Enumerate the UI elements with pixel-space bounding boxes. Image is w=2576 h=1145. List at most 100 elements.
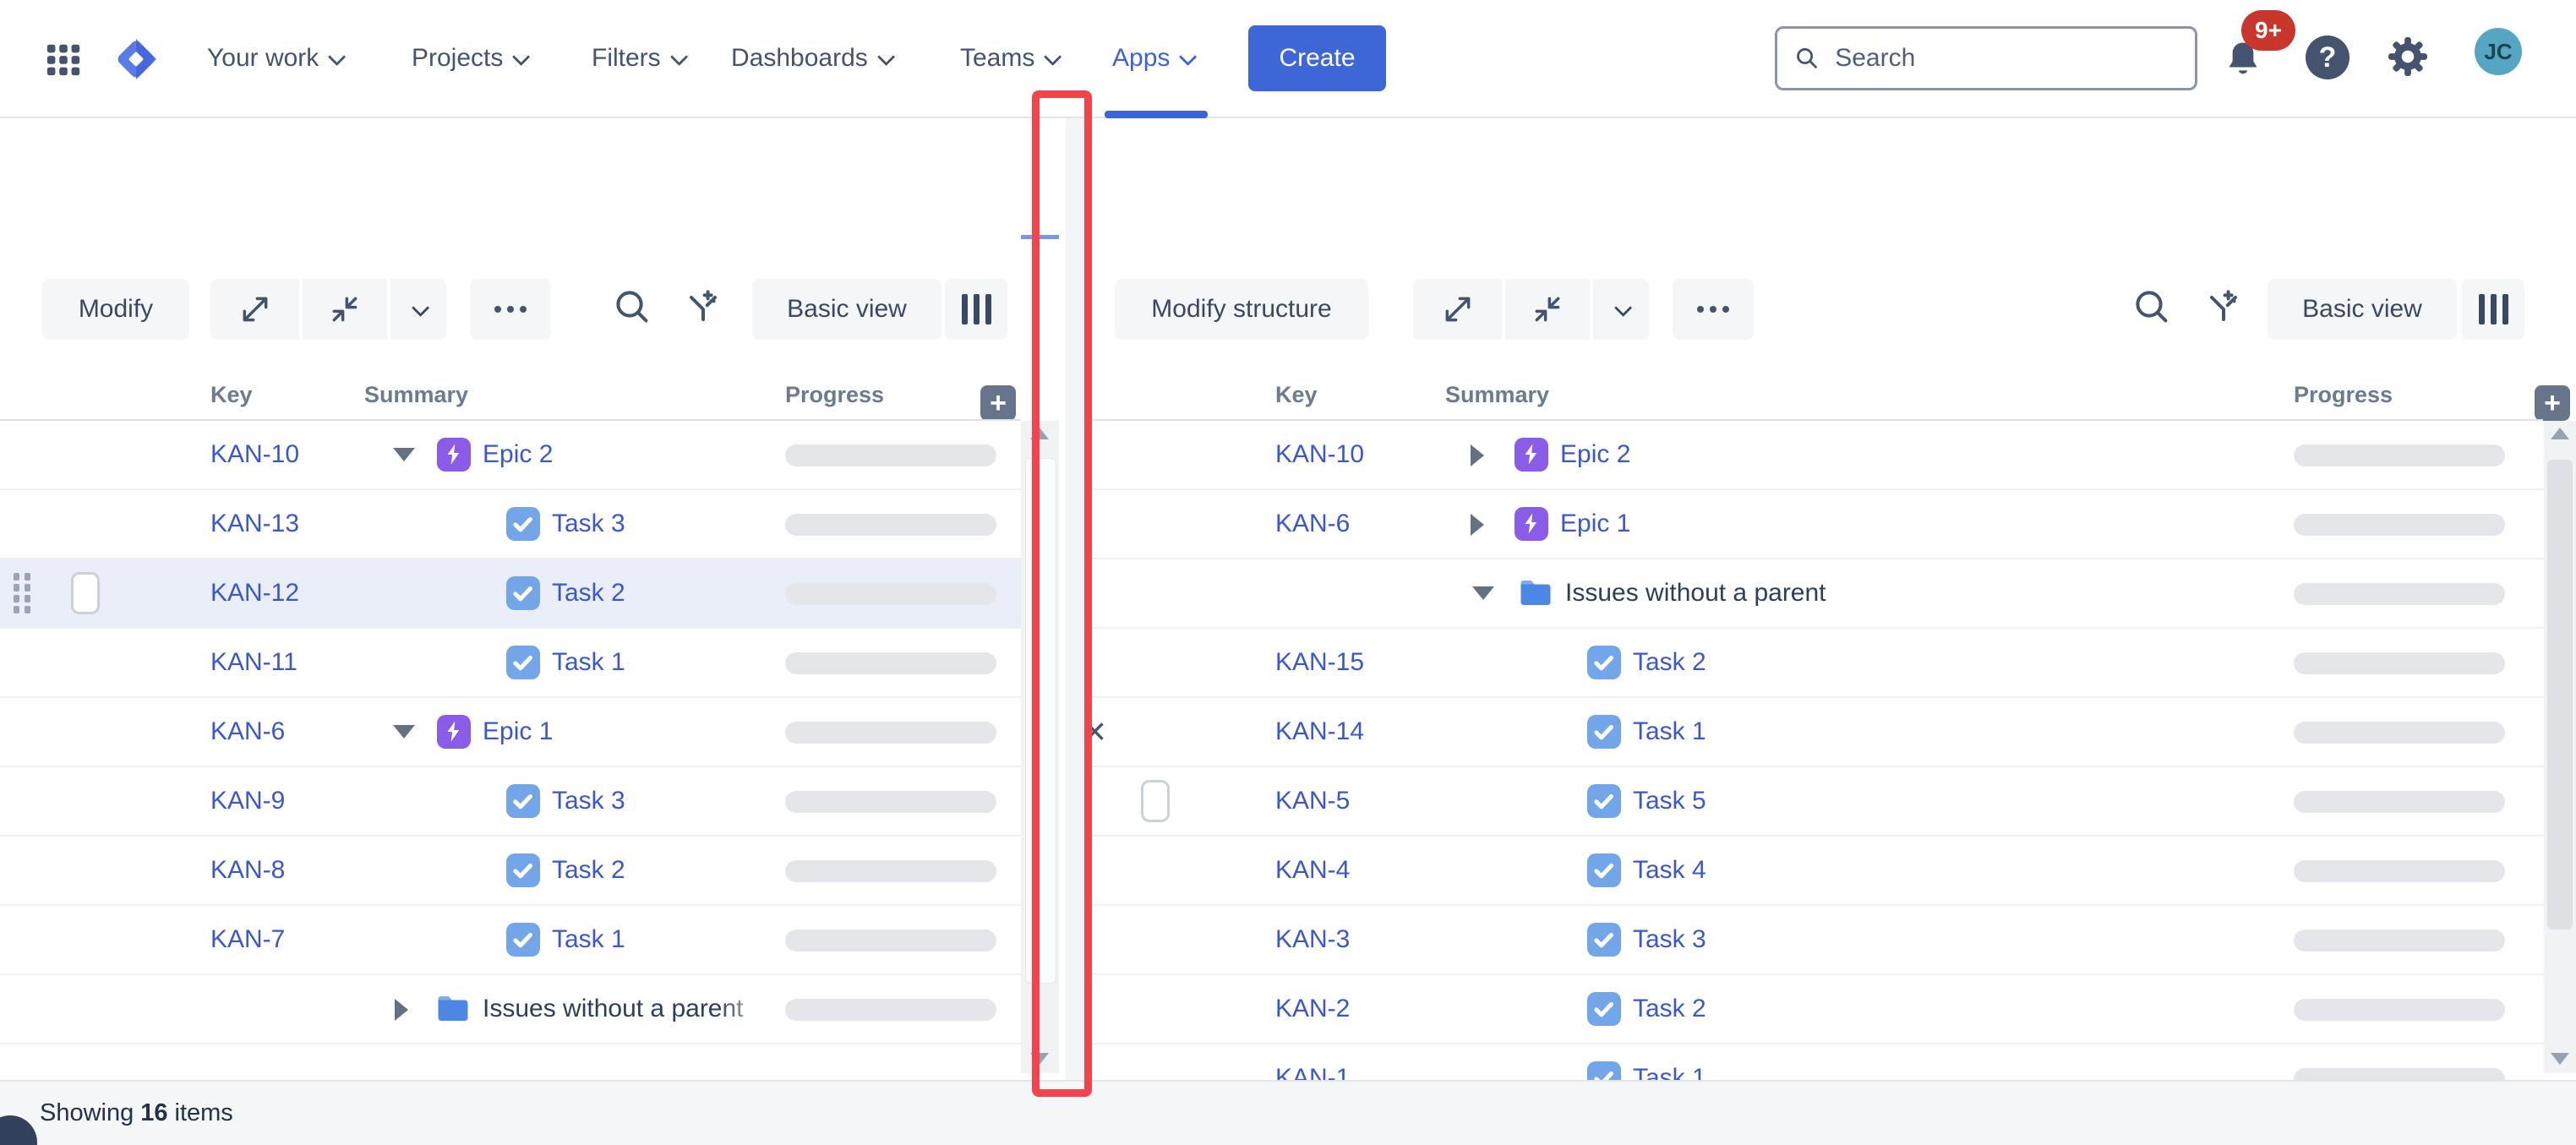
scroll-up-icon[interactable]	[2551, 428, 2569, 439]
issue-summary[interactable]: Task 1	[1633, 698, 1706, 766]
view-selector-button[interactable]: Basic view	[752, 279, 941, 340]
more-actions-button[interactable]	[470, 279, 551, 340]
issue-key[interactable]: KAN-10	[210, 421, 299, 488]
table-row[interactable]: Issues without a parent	[0, 975, 1021, 1044]
collapse-all-button[interactable]	[1505, 279, 1590, 340]
issue-key[interactable]: KAN-7	[210, 906, 285, 973]
expand-options-button[interactable]	[390, 279, 446, 340]
modify-button[interactable]: Modify	[42, 279, 189, 340]
table-row[interactable]: KAN-12 Task 2	[0, 559, 1021, 629]
modify-structure-button[interactable]: Modify structure	[1115, 279, 1368, 340]
table-row[interactable]: KAN-8 Task 2	[0, 837, 1021, 906]
column-header-key[interactable]: Key	[1275, 382, 1318, 408]
issue-summary[interactable]: Epic 1	[483, 698, 553, 766]
scroll-up-icon[interactable]	[1030, 428, 1049, 439]
nav-item-teams[interactable]: Teams	[960, 0, 1057, 117]
more-actions-button[interactable]	[1673, 279, 1754, 340]
jira-logo[interactable]	[111, 34, 161, 89]
table-row[interactable]: KAN-5 Task 5	[1088, 767, 2576, 837]
close-splitter-icon[interactable]: ×	[1083, 712, 1106, 750]
issue-summary[interactable]: Task 2	[552, 559, 625, 627]
issue-key[interactable]: KAN-9	[210, 767, 285, 835]
nav-item-dashboards[interactable]: Dashboards	[731, 0, 891, 117]
table-row[interactable]: KAN-3 Task 3	[1088, 906, 2576, 975]
global-search[interactable]	[1775, 26, 2197, 90]
issue-summary[interactable]: Task 5	[1633, 767, 1706, 835]
issue-key[interactable]: KAN-10	[1275, 421, 1364, 488]
expand-row-icon[interactable]	[1471, 444, 1484, 466]
nav-item-projects[interactable]: Projects	[412, 0, 526, 117]
table-row[interactable]: Issues without a parent	[1088, 559, 2576, 629]
scroll-down-icon[interactable]	[1030, 1053, 1049, 1065]
left-vertical-scrollbar[interactable]	[1021, 421, 1059, 1073]
row-checkbox[interactable]	[71, 572, 100, 614]
nav-item-filters[interactable]: Filters	[592, 0, 684, 117]
issue-summary[interactable]: Task 2	[1633, 975, 1706, 1043]
issue-key[interactable]: KAN-3	[1275, 906, 1350, 973]
issue-key[interactable]: KAN-11	[210, 629, 297, 696]
create-button[interactable]: Create	[1248, 25, 1386, 91]
issue-summary[interactable]: Epic 1	[1560, 490, 1630, 558]
issue-summary[interactable]: Task 4	[1633, 837, 1706, 904]
expand-row-icon[interactable]	[395, 999, 408, 1021]
settings-button[interactable]	[2383, 32, 2432, 85]
scrollbar-thumb[interactable]	[2547, 460, 2573, 930]
table-row[interactable]: KAN-11 Task 1	[0, 629, 1021, 698]
table-row[interactable]: KAN-7 Task 1	[0, 906, 1021, 975]
issue-summary[interactable]: Task 1	[552, 906, 625, 973]
table-row[interactable]: KAN-4 Task 4	[1088, 837, 2576, 906]
issue-key[interactable]: KAN-14	[1275, 698, 1364, 766]
table-row[interactable]: KAN-10 Epic 2	[1088, 421, 2576, 490]
issue-summary[interactable]: Issues without a parent	[483, 975, 777, 1043]
scroll-down-icon[interactable]	[2551, 1053, 2569, 1065]
column-header-key[interactable]: Key	[210, 382, 253, 408]
issue-summary[interactable]: Issues without a parent	[1565, 559, 1826, 627]
quick-filter-button[interactable]	[681, 286, 725, 330]
add-column-button[interactable]: +	[2535, 385, 2570, 421]
column-header-summary[interactable]: Summary	[364, 382, 468, 408]
issue-summary[interactable]: Epic 2	[483, 421, 553, 488]
panel-splitter[interactable]	[1062, 118, 1091, 1080]
issue-summary[interactable]: Epic 2	[1560, 421, 1630, 488]
columns-button[interactable]	[945, 279, 1007, 340]
search-input[interactable]	[1833, 43, 2178, 74]
view-selector-button[interactable]: Basic view	[2268, 279, 2457, 340]
issue-summary[interactable]: Task 3	[1633, 906, 1706, 973]
collapse-row-icon[interactable]	[393, 725, 415, 739]
collapse-row-icon[interactable]	[1472, 586, 1494, 600]
issue-key[interactable]: KAN-5	[1275, 767, 1350, 835]
issue-key[interactable]: KAN-12	[210, 559, 299, 627]
table-row[interactable]: KAN-1 Task 1	[1088, 1044, 2576, 1080]
nav-item-your-work[interactable]: Your work	[207, 0, 341, 117]
table-row[interactable]: KAN-14 Task 1	[1088, 698, 2576, 767]
issue-summary[interactable]: Task 3	[552, 767, 625, 835]
issue-summary[interactable]: Task 1	[1633, 1044, 1706, 1080]
table-row[interactable]: KAN-15Task 2	[1088, 629, 2576, 698]
collapse-all-button[interactable]	[303, 279, 387, 340]
issue-key[interactable]: KAN-2	[1275, 975, 1350, 1043]
issue-summary[interactable]: Task 2	[552, 837, 625, 904]
expand-row-icon[interactable]	[1471, 514, 1484, 536]
column-header-progress[interactable]: Progress	[2294, 382, 2393, 408]
panel-search-button[interactable]	[610, 286, 654, 330]
table-row[interactable]: KAN-6 Epic 1	[1088, 490, 2576, 559]
issue-key[interactable]: KAN-13	[210, 490, 299, 558]
issue-key[interactable]: KAN-8	[210, 837, 285, 904]
expand-all-button[interactable]	[1413, 279, 1502, 340]
expand-options-button[interactable]	[1593, 279, 1649, 340]
expand-all-button[interactable]	[210, 279, 299, 340]
app-switcher-button[interactable]	[44, 38, 83, 85]
user-avatar[interactable]: JC	[2475, 28, 2522, 75]
table-row[interactable]: KAN-6 Epic 1	[0, 698, 1021, 767]
issue-summary[interactable]: Task 3	[552, 490, 625, 558]
quick-filter-button[interactable]	[2202, 286, 2246, 330]
table-row[interactable]: KAN-9 Task 3	[0, 767, 1021, 837]
collapse-row-icon[interactable]	[393, 448, 415, 461]
issue-key[interactable]: KAN-6	[210, 698, 285, 766]
issue-key[interactable]: KAN-1	[1275, 1044, 1350, 1080]
table-row[interactable]: KAN-2 Task 2	[1088, 975, 2576, 1044]
issue-summary[interactable]: Task 1	[552, 629, 625, 696]
issue-key[interactable]: KAN-4	[1275, 837, 1350, 904]
issue-key[interactable]: KAN-6	[1275, 490, 1350, 558]
row-checkbox[interactable]	[1141, 780, 1170, 822]
